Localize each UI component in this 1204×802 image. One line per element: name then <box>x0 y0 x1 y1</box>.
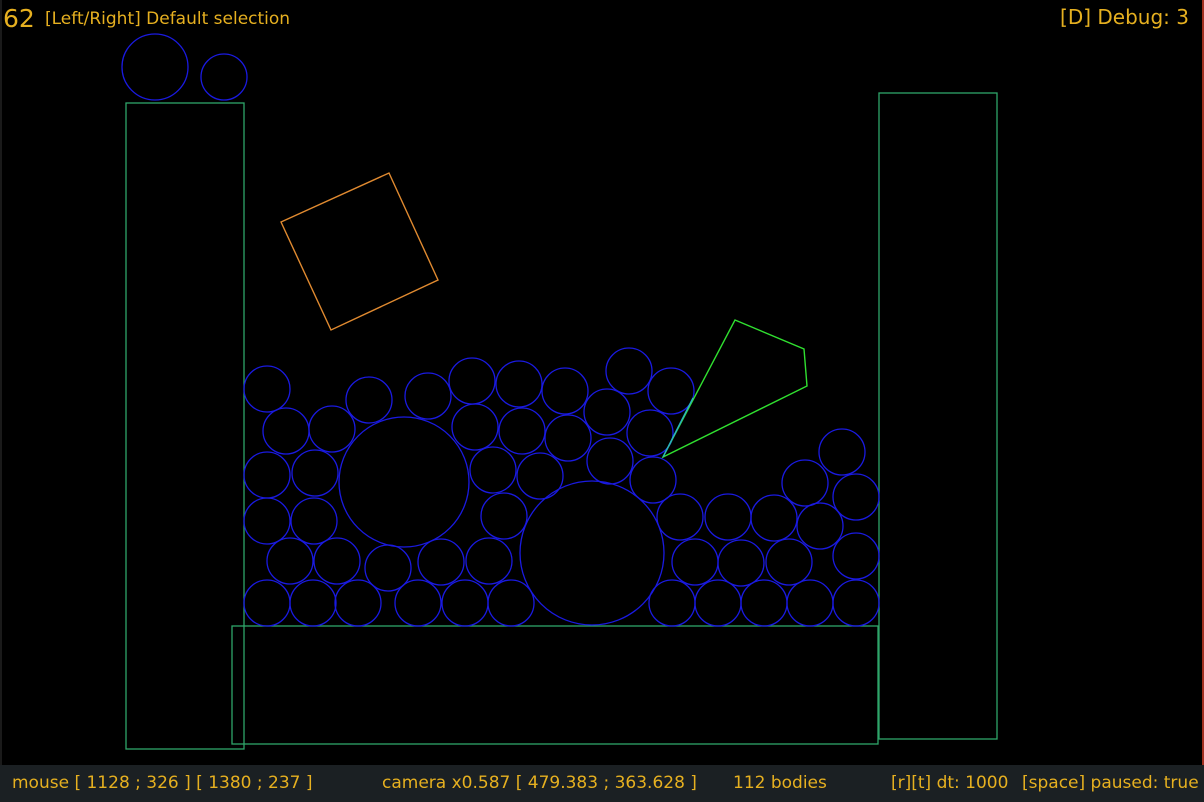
circle-body[interactable] <box>121 33 189 101</box>
circle-body[interactable] <box>291 449 339 497</box>
polygon-body[interactable] <box>661 319 808 459</box>
circle-body[interactable] <box>626 409 674 457</box>
circle-body[interactable] <box>832 579 880 627</box>
circle-body[interactable] <box>647 367 695 415</box>
circle-body[interactable] <box>796 502 844 550</box>
circle-body[interactable] <box>765 538 813 586</box>
circle-body[interactable] <box>394 579 442 627</box>
status-bar: mouse [ 1128 ; 326 ] [ 1380 ; 237 ] came… <box>0 765 1204 802</box>
circle-body[interactable] <box>243 497 291 545</box>
circle-body[interactable] <box>290 497 338 545</box>
circle-body[interactable] <box>243 451 291 499</box>
polygon-contact-edge <box>662 397 694 458</box>
circle-body[interactable] <box>544 414 592 462</box>
body-count: 112 bodies <box>733 773 827 793</box>
circle-body[interactable] <box>671 538 719 586</box>
static-body <box>878 92 998 740</box>
circle-body[interactable] <box>200 53 248 101</box>
circle-body[interactable] <box>334 579 382 627</box>
circle-body[interactable] <box>469 446 517 494</box>
circle-body[interactable] <box>656 493 704 541</box>
circle-body[interactable] <box>832 532 880 580</box>
circle-body[interactable] <box>338 416 470 548</box>
circle-body[interactable] <box>832 473 880 521</box>
circle-body[interactable] <box>480 492 528 540</box>
circle-body[interactable] <box>345 376 393 424</box>
circle-body[interactable] <box>498 407 546 455</box>
circle-body[interactable] <box>605 347 653 395</box>
circle-body[interactable] <box>583 388 631 436</box>
fps-counter: 62 <box>3 4 35 33</box>
circle-body[interactable] <box>495 360 543 408</box>
circle-body[interactable] <box>717 539 765 587</box>
circle-body[interactable] <box>781 459 829 507</box>
pause-status: [space] paused: true <box>1022 773 1199 793</box>
circle-body[interactable] <box>417 538 465 586</box>
circle-body[interactable] <box>586 437 634 485</box>
circle-body[interactable] <box>441 579 489 627</box>
circle-body[interactable] <box>818 428 866 476</box>
circle-body[interactable] <box>465 537 513 585</box>
circle-body[interactable] <box>451 403 499 451</box>
circle-body[interactable] <box>243 365 291 413</box>
circle-body[interactable] <box>786 579 834 627</box>
circle-body[interactable] <box>487 579 535 627</box>
circle-body[interactable] <box>243 579 291 627</box>
circle-body[interactable] <box>740 579 788 627</box>
mouse-coordinates: mouse [ 1128 ; 326 ] [ 1380 ; 237 ] <box>12 773 313 793</box>
physics-scene[interactable] <box>0 0 1204 765</box>
square-body[interactable] <box>280 172 439 331</box>
circle-body[interactable] <box>448 357 496 405</box>
static-body <box>125 102 245 750</box>
circle-body[interactable] <box>541 367 589 415</box>
circle-body[interactable] <box>519 480 665 626</box>
circle-body[interactable] <box>704 493 752 541</box>
circle-body[interactable] <box>289 579 337 627</box>
timestep-info: [r][t] dt: 1000 <box>891 773 1009 793</box>
circle-body[interactable] <box>266 537 314 585</box>
circle-body[interactable] <box>516 452 564 500</box>
circle-body[interactable] <box>404 372 452 420</box>
circle-body[interactable] <box>694 579 742 627</box>
camera-info: camera x0.587 [ 479.383 ; 363.628 ] <box>382 773 697 793</box>
circle-body[interactable] <box>308 405 356 453</box>
circle-body[interactable] <box>750 494 798 542</box>
circle-body[interactable] <box>313 537 361 585</box>
static-body <box>231 625 879 745</box>
physics-sandbox[interactable]: 62 [Left/Right] Default selection [D] De… <box>0 0 1204 802</box>
circle-body[interactable] <box>262 407 310 455</box>
debug-level-indicator: [D] Debug: 3 <box>1060 5 1189 29</box>
selection-indicator: [Left/Right] Default selection <box>45 9 291 29</box>
